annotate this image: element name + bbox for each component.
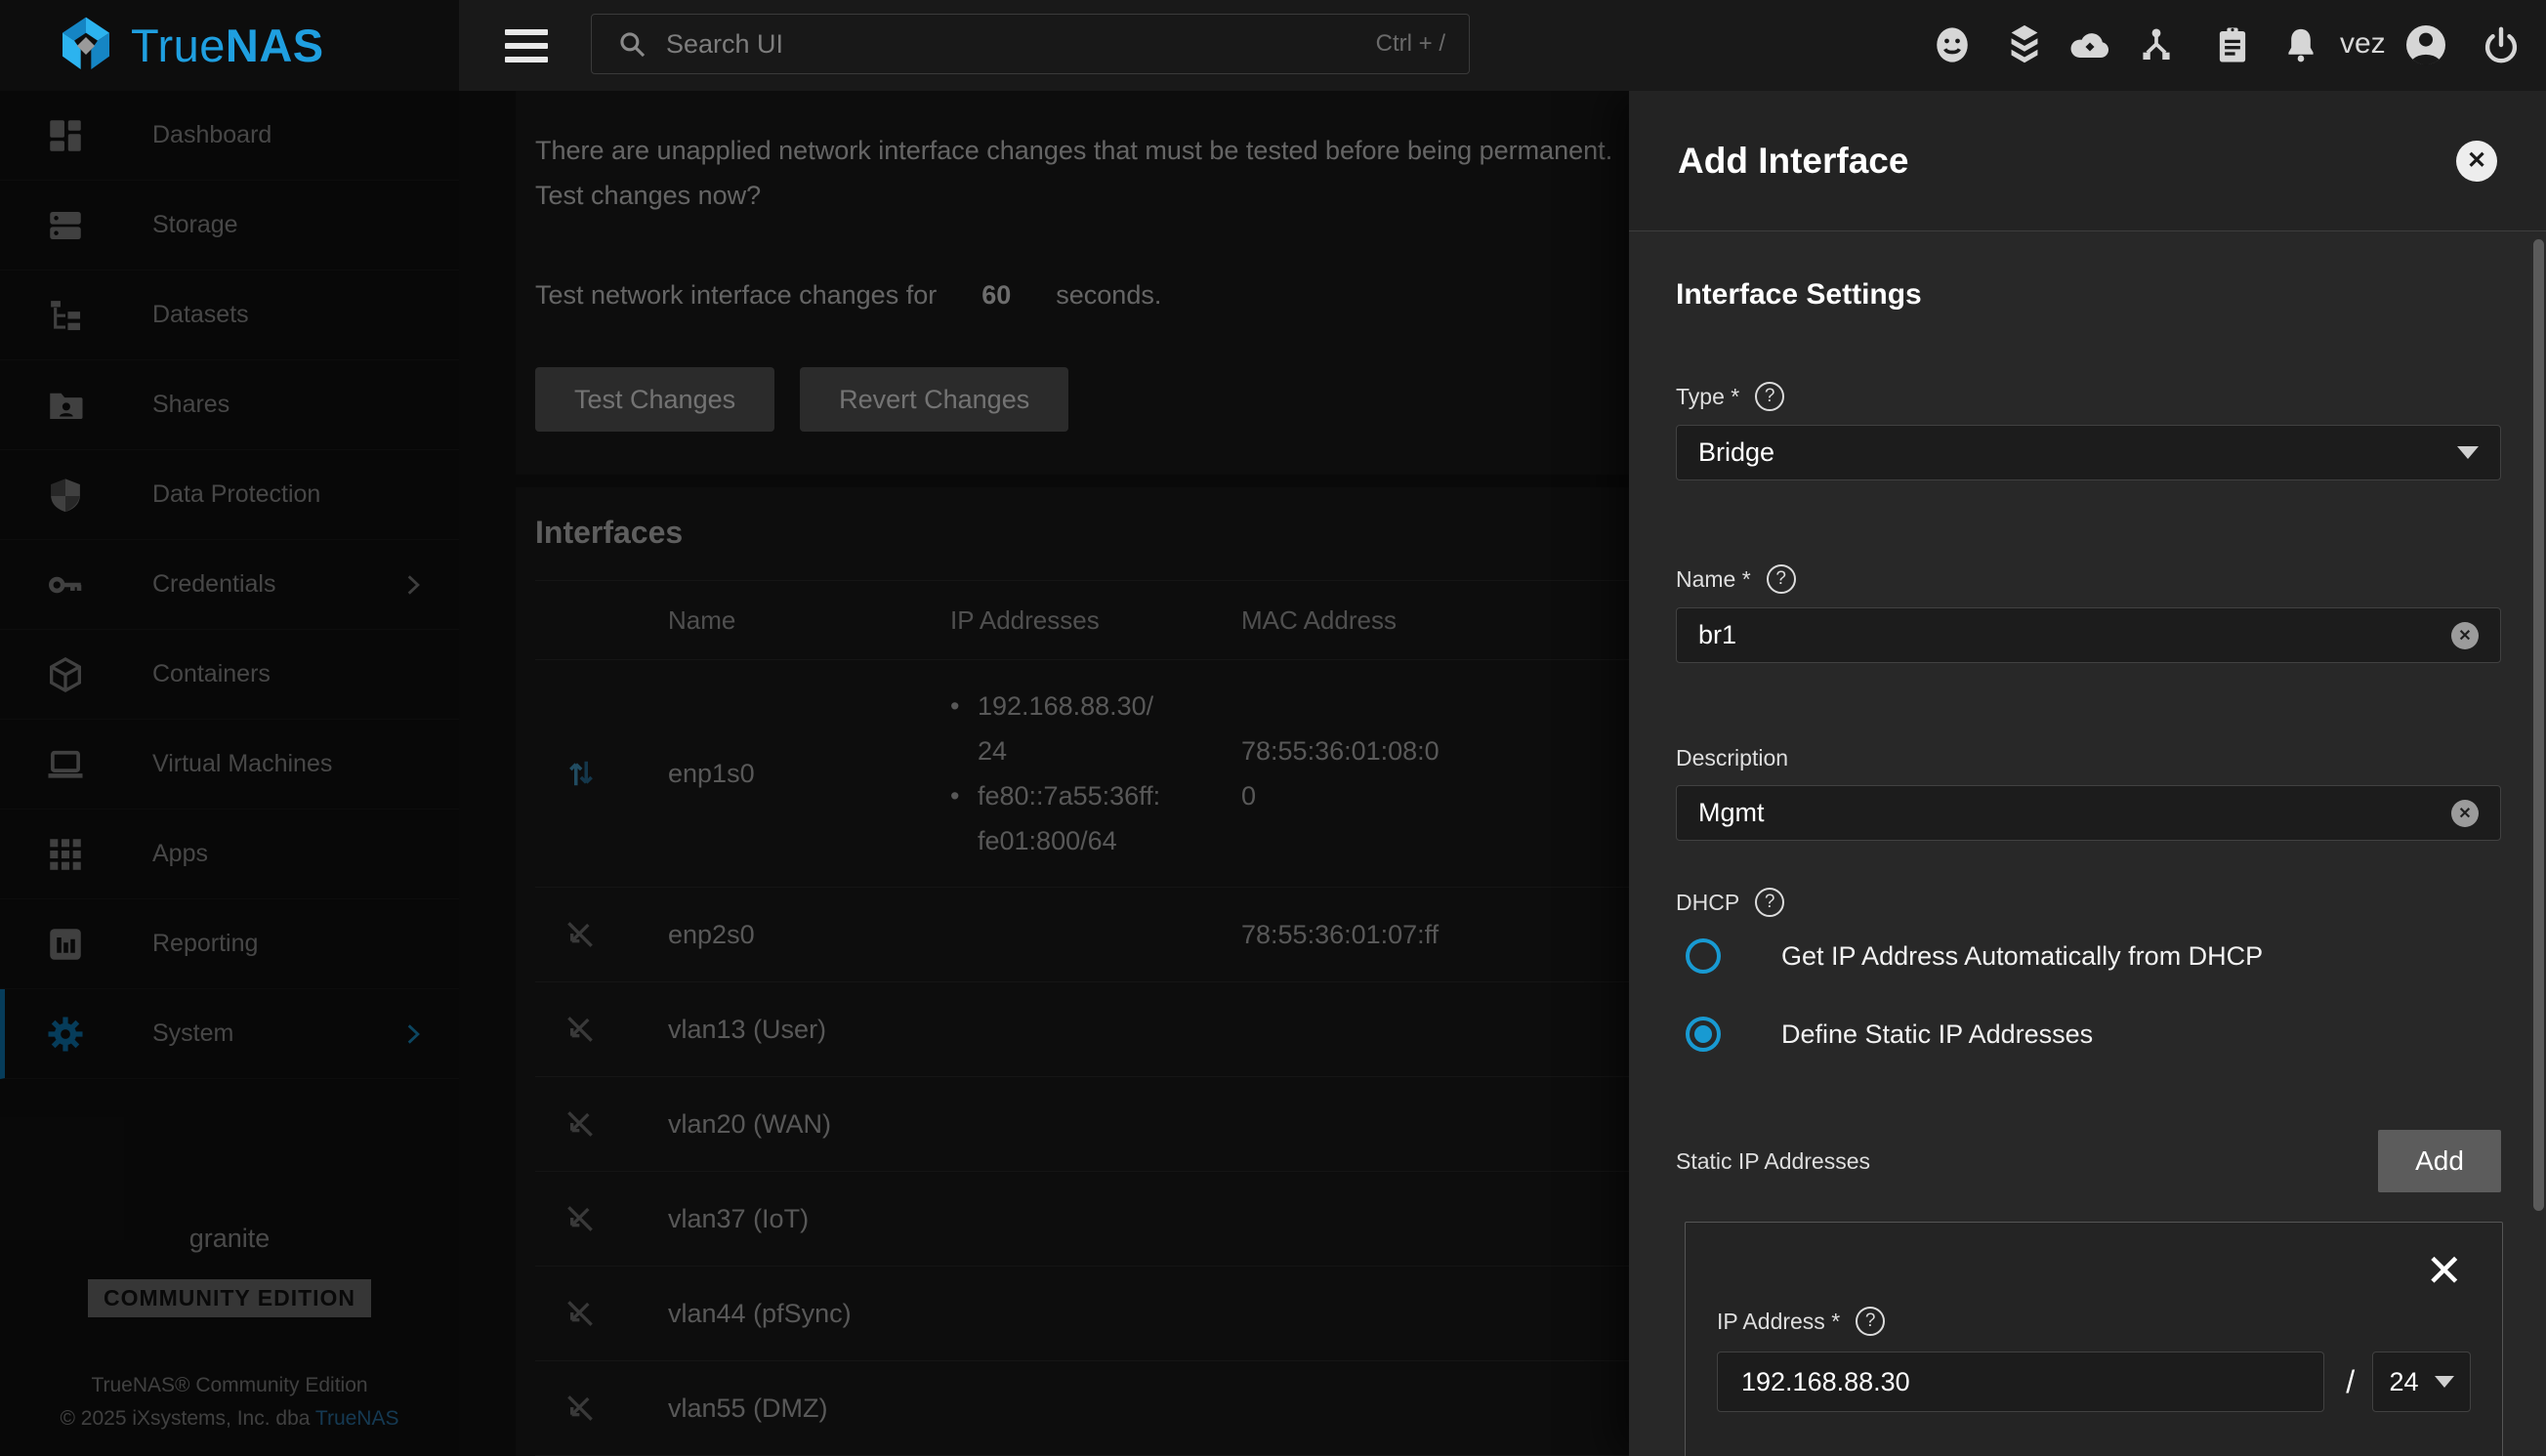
- username-label[interactable]: vez: [2340, 27, 2386, 61]
- panel-header: Add Interface ✕: [1629, 91, 2546, 231]
- feedback-smiley-icon[interactable]: [1929, 21, 1976, 68]
- static-ips-label: Static IP Addresses: [1676, 1148, 1870, 1175]
- type-select[interactable]: Bridge: [1676, 425, 2501, 480]
- help-icon[interactable]: ?: [1856, 1307, 1885, 1336]
- radio-option-label: Get IP Address Automatically from DHCP: [1781, 941, 2263, 972]
- chevron-down-icon: [2435, 1376, 2454, 1388]
- clear-icon[interactable]: ✕: [2451, 622, 2479, 649]
- panel-body: Interface Settings Type * ? Bridge Name …: [1629, 231, 2546, 1456]
- description-label: Description: [1676, 745, 2501, 771]
- radio-option-label: Define Static IP Addresses: [1781, 1019, 2093, 1050]
- name-input-value: br1: [1698, 620, 2451, 650]
- tasks-clipboard-icon[interactable]: [2209, 21, 2256, 68]
- close-icon[interactable]: ✕: [2456, 141, 2497, 182]
- description-input-value: Mgmt: [1698, 798, 2451, 828]
- truenas-app: TrueNAS Search UI Ctrl + /: [0, 0, 2546, 1456]
- menu-icon[interactable]: [505, 27, 550, 64]
- search-input[interactable]: Search UI Ctrl + /: [591, 14, 1470, 74]
- notifications-bell-icon[interactable]: [2277, 21, 2324, 68]
- name-label: Name * ?: [1676, 564, 2501, 594]
- jobs-icon[interactable]: [2133, 21, 2180, 68]
- prefix-length-select[interactable]: 24: [2372, 1352, 2471, 1412]
- clear-icon[interactable]: ✕: [2451, 800, 2479, 827]
- add-interface-panel: Add Interface ✕ Interface Settings Type …: [1629, 91, 2546, 1456]
- cloud-sync-icon[interactable]: [2066, 21, 2113, 68]
- radio-option-static[interactable]: Define Static IP Addresses: [1676, 1015, 2501, 1054]
- type-label: Type * ?: [1676, 382, 2501, 411]
- ip-address-label: IP Address * ?: [1717, 1307, 2471, 1336]
- topbar: TrueNAS Search UI Ctrl + /: [0, 0, 2546, 91]
- help-icon[interactable]: ?: [1755, 888, 1784, 917]
- add-ip-button[interactable]: Add: [2378, 1130, 2501, 1192]
- power-icon[interactable]: [2478, 21, 2525, 68]
- ip-address-input-value: 192.168.88.30: [1741, 1367, 1910, 1397]
- topbar-brand-area: TrueNAS: [0, 0, 459, 91]
- radio-option-dhcp[interactable]: Get IP Address Automatically from DHCP: [1676, 936, 2501, 976]
- search-icon: [615, 27, 648, 61]
- panel-title: Add Interface: [1678, 141, 1908, 182]
- truenas-logo[interactable]: TrueNAS: [55, 15, 324, 77]
- section-title: Interface Settings: [1676, 278, 2501, 312]
- radio-icon: [1686, 938, 1721, 974]
- cidr-separator: /: [2346, 1364, 2355, 1400]
- ip-address-input[interactable]: 192.168.88.30: [1717, 1352, 2324, 1412]
- search-placeholder: Search UI: [666, 29, 1376, 60]
- search-shortcut-hint: Ctrl + /: [1376, 30, 1445, 58]
- truecommand-icon[interactable]: [2001, 21, 2048, 68]
- help-icon[interactable]: ?: [1755, 382, 1784, 411]
- truenas-logo-icon: [55, 15, 117, 77]
- user-avatar[interactable]: [2402, 21, 2449, 68]
- description-input[interactable]: Mgmt ✕: [1676, 785, 2501, 841]
- name-input[interactable]: br1 ✕: [1676, 607, 2501, 663]
- chevron-down-icon: [2457, 446, 2479, 459]
- type-select-value: Bridge: [1698, 437, 2457, 468]
- dhcp-label: DHCP ?: [1676, 888, 2501, 917]
- help-icon[interactable]: ?: [1767, 564, 1796, 594]
- static-ip-entry-card: ✕ IP Address * ? 192.168.88.30 / 24: [1685, 1222, 2503, 1456]
- static-ips-header: Static IP Addresses Add: [1676, 1130, 2501, 1192]
- panel-scrollbar-thumb[interactable]: [2533, 239, 2544, 1211]
- radio-checked-icon: [1686, 1017, 1721, 1052]
- remove-entry-icon[interactable]: ✕: [2425, 1248, 2463, 1293]
- prefix-length-value: 24: [2390, 1367, 2419, 1397]
- truenas-logo-text: TrueNAS: [131, 19, 324, 72]
